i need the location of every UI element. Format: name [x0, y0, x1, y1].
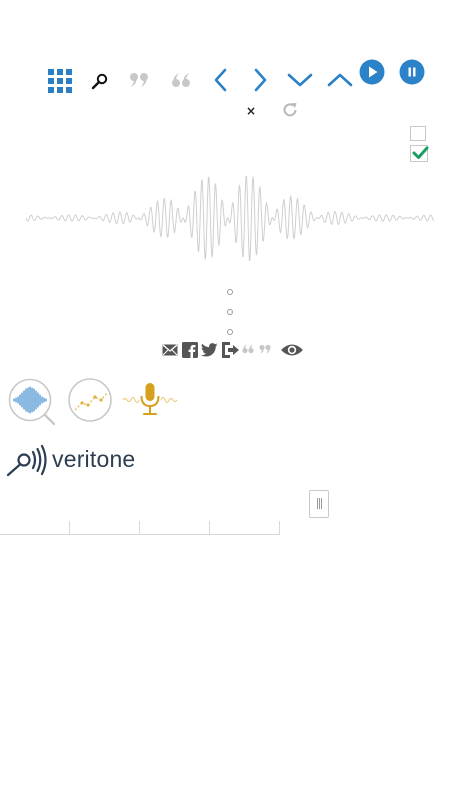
email-icon[interactable] [162, 344, 178, 356]
refresh-icon[interactable] [281, 101, 299, 119]
quotes-icon[interactable] [241, 344, 273, 354]
pause-icon[interactable] [399, 59, 425, 85]
brand-name: veritone [52, 446, 136, 472]
waveform-icon [26, 168, 434, 268]
loading-dot [227, 329, 233, 335]
chevron-up-icon[interactable] [327, 72, 353, 88]
play-icon[interactable] [359, 59, 385, 85]
loading-dot [227, 289, 233, 295]
tab-bar [0, 521, 280, 535]
loading-dot [227, 309, 233, 315]
chevron-down-icon[interactable] [287, 72, 313, 88]
checkbox-checked[interactable] [410, 145, 429, 162]
tab-1[interactable] [0, 521, 70, 534]
search-icon[interactable] [91, 72, 109, 90]
chevron-left-icon[interactable] [212, 68, 230, 92]
tab-4[interactable] [210, 521, 280, 534]
chevron-right-icon[interactable] [251, 68, 269, 92]
analytics-icon[interactable] [67, 378, 113, 424]
microphone-icon[interactable] [122, 382, 178, 418]
grid-icon[interactable] [47, 68, 73, 94]
checkmark-icon [412, 146, 429, 159]
checkbox-unchecked[interactable] [410, 126, 426, 141]
twitter-icon[interactable] [201, 343, 218, 357]
audio-search-icon[interactable] [8, 378, 56, 426]
eye-icon[interactable] [280, 342, 304, 358]
tab-3[interactable] [140, 521, 210, 534]
quote-open-icon[interactable] [169, 72, 191, 88]
quote-close-icon[interactable] [129, 72, 151, 88]
waveform-path [26, 175, 434, 262]
close-icon[interactable]: × [245, 104, 257, 118]
facebook-icon[interactable] [182, 342, 198, 358]
veritone-logo-icon [6, 444, 48, 478]
export-icon[interactable] [220, 341, 240, 359]
drag-handle[interactable] [309, 490, 329, 518]
tab-2[interactable] [70, 521, 140, 534]
